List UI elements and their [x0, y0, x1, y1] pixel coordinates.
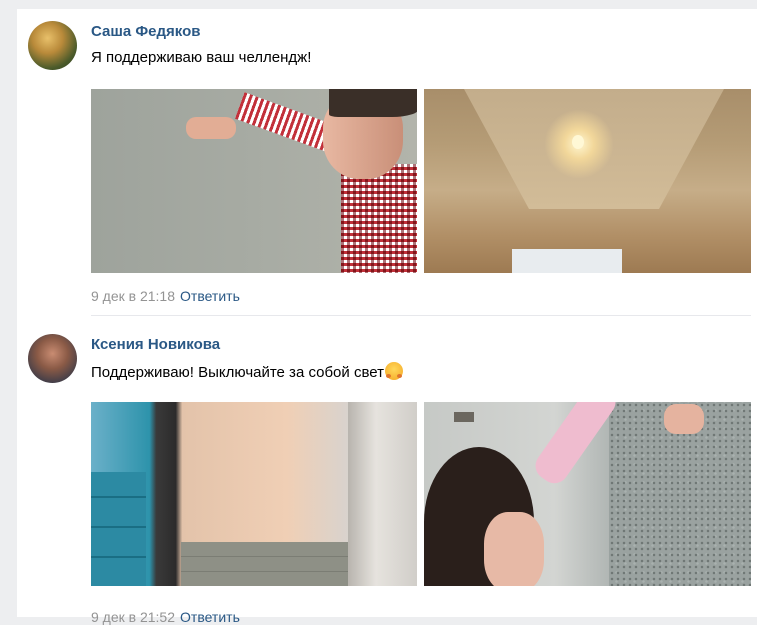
avatar[interactable] [28, 21, 77, 70]
attachment-photo[interactable] [91, 402, 417, 586]
hugging-face-icon [384, 362, 403, 380]
reply-button[interactable]: Ответить [180, 609, 240, 625]
comment-meta: 9 дек в 21:52 Ответить [91, 609, 240, 625]
comment-text: Я поддерживаю ваш челлендж! [91, 49, 312, 66]
avatar[interactable] [28, 334, 77, 383]
attachment-photo[interactable] [424, 402, 751, 586]
comment-date[interactable]: 9 дек в 21:52 [91, 609, 175, 625]
comment-date[interactable]: 9 дек в 21:18 [91, 288, 175, 304]
comments-card: Саша Федяков Я поддерживаю ваш челлендж!… [17, 9, 757, 625]
comment-attachments [91, 402, 751, 586]
comment-text-line: Поддерживаю! Выключайте за собой свет [91, 362, 403, 381]
divider [91, 315, 751, 316]
reply-button[interactable]: Ответить [180, 288, 240, 304]
comment-meta: 9 дек в 21:18 Ответить [91, 288, 240, 304]
comment-author[interactable]: Саша Федяков [91, 23, 200, 40]
comment-attachments [91, 89, 751, 273]
comment-text: Поддерживаю! Выключайте за собой свет [91, 364, 384, 381]
comment-author[interactable]: Ксения Новикова [91, 336, 220, 353]
attachment-photo[interactable] [424, 89, 751, 273]
attachment-photo[interactable] [91, 89, 417, 273]
